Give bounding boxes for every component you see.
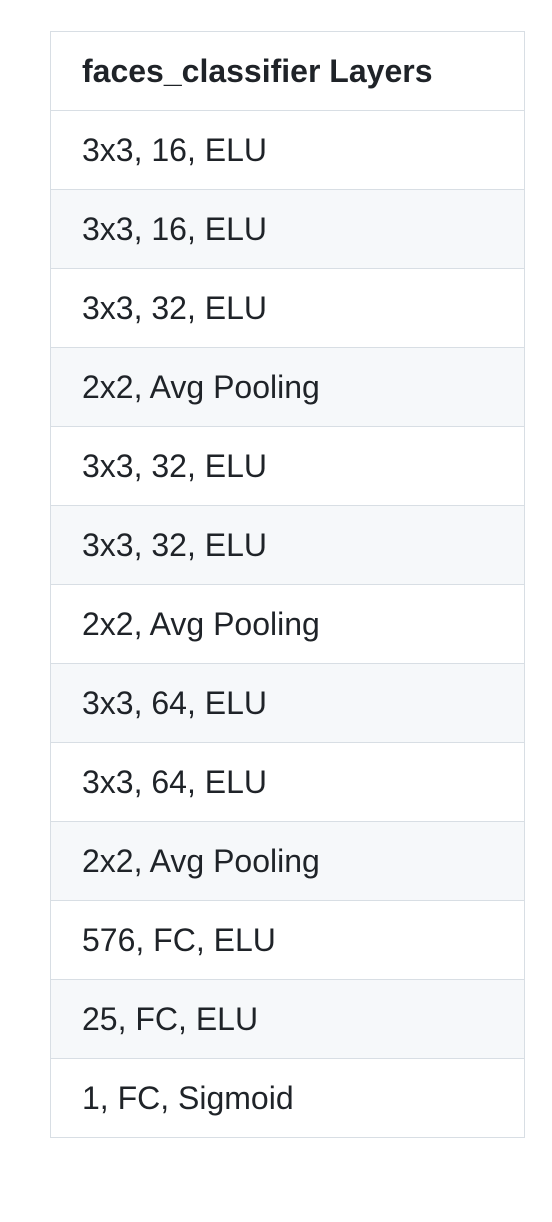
layer-cell: 3x3, 64, ELU xyxy=(50,663,525,743)
header-row: faces_classifier Layers xyxy=(50,31,525,111)
layer-cell: 3x3, 16, ELU xyxy=(50,189,525,269)
table-row: 3x3, 32, ELU xyxy=(50,505,525,585)
table-row: 1, FC, Sigmoid xyxy=(50,1058,525,1138)
layer-cell: 25, FC, ELU xyxy=(50,979,525,1059)
table-row: 25, FC, ELU xyxy=(50,979,525,1059)
table-row: 3x3, 64, ELU xyxy=(50,663,525,743)
table-header: faces_classifier Layers xyxy=(50,31,525,111)
layer-cell: 3x3, 32, ELU xyxy=(50,268,525,348)
table-row: 3x3, 32, ELU xyxy=(50,268,525,348)
table-row: 576, FC, ELU xyxy=(50,900,525,980)
table-row: 3x3, 64, ELU xyxy=(50,742,525,822)
table-row: 3x3, 32, ELU xyxy=(50,426,525,506)
table-row: 3x3, 16, ELU xyxy=(50,189,525,269)
layer-cell: 3x3, 32, ELU xyxy=(50,505,525,585)
layer-cell: 1, FC, Sigmoid xyxy=(50,1058,525,1138)
layer-cell: 2x2, Avg Pooling xyxy=(50,821,525,901)
layer-cell: 3x3, 32, ELU xyxy=(50,426,525,506)
layers-table: faces_classifier Layers 3x3, 16, ELU 3x3… xyxy=(50,31,525,1138)
table-row: 3x3, 16, ELU xyxy=(50,110,525,190)
table-body: 3x3, 16, ELU 3x3, 16, ELU 3x3, 32, ELU 2… xyxy=(50,110,525,1138)
table-row: 2x2, Avg Pooling xyxy=(50,584,525,664)
column-header-layers: faces_classifier Layers xyxy=(50,31,525,111)
layer-cell: 3x3, 16, ELU xyxy=(50,110,525,190)
table-row: 2x2, Avg Pooling xyxy=(50,821,525,901)
table-row: 2x2, Avg Pooling xyxy=(50,347,525,427)
layer-cell: 576, FC, ELU xyxy=(50,900,525,980)
layer-cell: 2x2, Avg Pooling xyxy=(50,347,525,427)
layer-cell: 3x3, 64, ELU xyxy=(50,742,525,822)
layer-cell: 2x2, Avg Pooling xyxy=(50,584,525,664)
